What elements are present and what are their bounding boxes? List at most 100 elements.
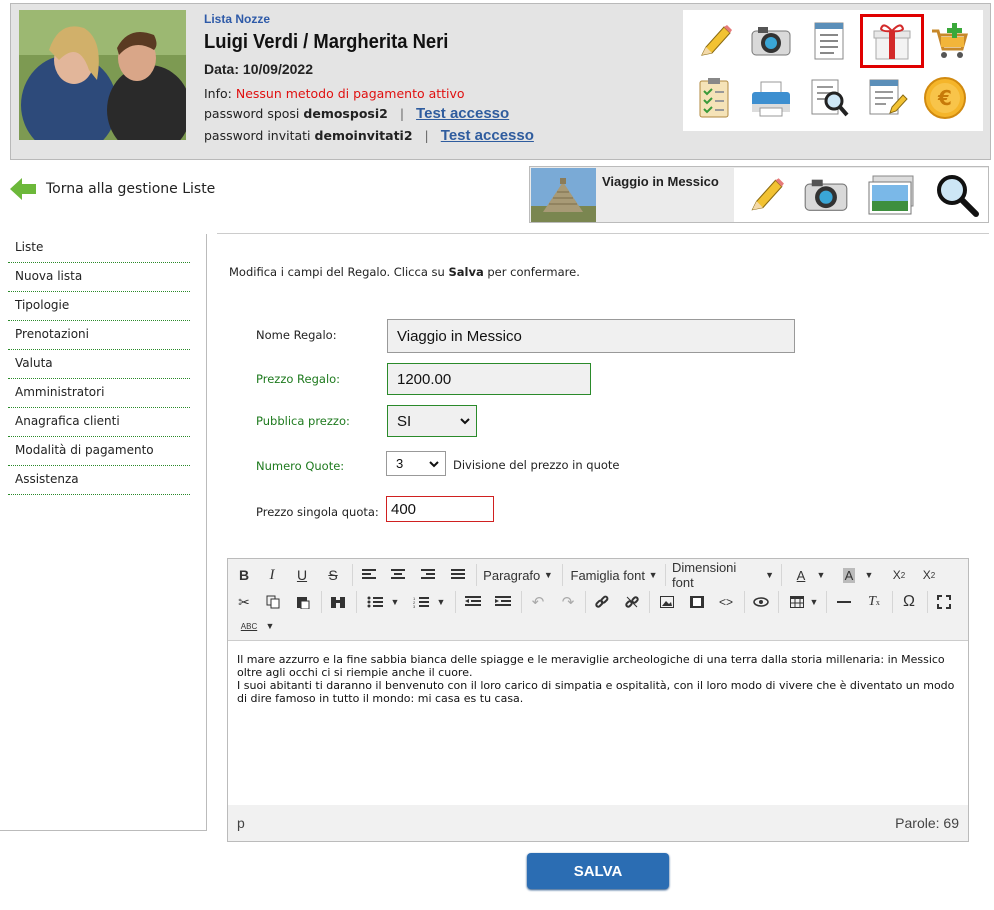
undo-icon[interactable]: ↶ <box>528 591 548 613</box>
toolbar-separator <box>665 564 666 586</box>
test-access-sposi-link[interactable]: Test accesso <box>416 105 509 122</box>
find-replace-icon[interactable] <box>328 591 348 613</box>
toolbar-separator <box>585 591 586 613</box>
align-right-icon[interactable] <box>417 564 439 586</box>
list-actions-panel: € <box>683 10 983 131</box>
editor-content[interactable]: Il mare azzurro e la fine sabbia bianca … <box>228 641 968 805</box>
pubblica-prezzo-value: SI <box>397 412 412 430</box>
numbered-list-icon[interactable]: 123 <box>410 591 432 613</box>
underline-icon[interactable]: U <box>292 564 312 586</box>
gallery-icon[interactable] <box>867 170 917 220</box>
strikethrough-icon[interactable]: S <box>323 564 343 586</box>
toolbar-separator <box>356 591 357 613</box>
intro-text: Modifica i campi del Regalo. Clicca su <box>229 265 449 279</box>
toolbar-separator <box>321 591 322 613</box>
paragraph-format-dropdown[interactable]: Paragrafo ▼ <box>482 564 554 586</box>
indent-icon[interactable] <box>492 591 514 613</box>
printer-icon[interactable] <box>746 73 796 123</box>
caret-down-icon[interactable]: ▼ <box>814 564 828 586</box>
spellcheck-icon[interactable]: ABC <box>238 615 260 637</box>
outdent-icon[interactable] <box>462 591 484 613</box>
cut-icon[interactable]: ✂ <box>234 591 254 613</box>
superscript-icon[interactable]: X2 <box>918 564 940 586</box>
unlink-icon[interactable] <box>622 591 642 613</box>
paste-icon[interactable] <box>293 591 313 613</box>
separator: | <box>424 128 429 143</box>
bullet-list-icon[interactable] <box>364 591 386 613</box>
code-icon[interactable]: <> <box>715 591 737 613</box>
text-color-icon[interactable]: A <box>790 564 812 586</box>
search-icon[interactable] <box>932 170 982 220</box>
redo-icon[interactable]: ↷ <box>558 591 578 613</box>
fullscreen-icon[interactable] <box>933 591 955 613</box>
pubblica-prezzo-select[interactable]: SI <box>387 405 477 437</box>
align-left-icon[interactable] <box>358 564 380 586</box>
gift-thumbnail <box>531 168 596 222</box>
camera-icon[interactable] <box>746 16 796 66</box>
edit-pencil-icon[interactable] <box>740 170 790 220</box>
font-family-dropdown[interactable]: Famiglia font ▼ <box>569 564 659 586</box>
image-icon[interactable] <box>656 591 678 613</box>
caret-down-icon[interactable]: ▼ <box>808 591 820 613</box>
gift-icon[interactable] <box>860 14 924 68</box>
sidebar-item-modalita-pagamento[interactable]: Modalità di pagamento <box>8 437 190 466</box>
align-center-icon[interactable] <box>387 564 409 586</box>
list-header: Lista Nozze Luigi Verdi / Margherita Ner… <box>10 3 991 160</box>
special-character-icon[interactable]: Ω <box>898 591 920 613</box>
prezzo-regalo-input[interactable]: 1200.00 <box>387 363 591 395</box>
background-color-icon[interactable]: A <box>838 564 860 586</box>
intro-save-word: Salva <box>448 265 484 279</box>
table-icon[interactable] <box>786 591 808 613</box>
element-path[interactable]: p <box>237 815 245 831</box>
align-justify-icon[interactable] <box>447 564 469 586</box>
numero-quote-value: 3 <box>396 456 404 471</box>
numero-quote-select[interactable]: 3 <box>386 451 446 476</box>
photo-camera-icon[interactable] <box>801 170 851 220</box>
prezzo-singola-quota-input[interactable]: 400 <box>386 496 494 522</box>
pw-invitati-value: demoinvitati2 <box>314 128 413 143</box>
back-to-lists-link[interactable]: Torna alla gestione Liste <box>10 178 215 200</box>
sidebar-item-liste[interactable]: Liste <box>8 234 190 263</box>
test-access-invitati-link[interactable]: Test accesso <box>441 127 534 144</box>
document-icon[interactable] <box>804 16 854 66</box>
caret-down-icon[interactable]: ▼ <box>862 564 876 586</box>
date-value: 10/09/2022 <box>242 61 313 77</box>
pw-sposi-value: demosposi2 <box>303 106 388 121</box>
nome-regalo-input[interactable]: Viaggio in Messico <box>387 319 795 353</box>
save-button[interactable]: SALVA <box>527 853 669 889</box>
copy-icon[interactable] <box>263 591 283 613</box>
editor-paragraph-2: I suoi abitanti ti daranno il benvenuto … <box>237 679 955 705</box>
document-search-icon[interactable] <box>804 73 854 123</box>
sidebar-item-assistenza[interactable]: Assistenza <box>8 466 190 495</box>
sidebar-item-amministratori[interactable]: Amministratori <box>8 379 190 408</box>
sidebar-item-nuova-lista[interactable]: Nuova lista <box>8 263 190 292</box>
gift-bar: Viaggio in Messico <box>529 166 989 223</box>
bg-color-swatch: A <box>842 567 856 583</box>
link-icon[interactable] <box>592 591 612 613</box>
font-size-dropdown[interactable]: Dimensioni font ▼ <box>672 560 774 590</box>
sidebar-item-anagrafica-clienti[interactable]: Anagrafica clienti <box>8 408 190 437</box>
pencil-icon[interactable] <box>689 16 739 66</box>
preview-eye-icon[interactable] <box>750 591 772 613</box>
media-icon[interactable] <box>686 591 708 613</box>
caret-down-icon: ▼ <box>765 570 774 580</box>
horizontal-rule-icon[interactable] <box>833 591 855 613</box>
caret-down-icon[interactable]: ▼ <box>388 591 402 613</box>
date-label: Data: <box>204 61 240 77</box>
cart-add-icon[interactable] <box>924 16 974 66</box>
euro-icon[interactable]: € <box>920 73 970 123</box>
caret-down-icon[interactable]: ▼ <box>434 591 448 613</box>
clear-formatting-icon[interactable]: Tx <box>863 591 885 613</box>
sidebar-item-prenotazioni[interactable]: Prenotazioni <box>8 321 190 350</box>
toolbar-separator <box>649 591 650 613</box>
italic-icon[interactable]: I <box>262 564 282 586</box>
toolbar-separator <box>476 564 477 586</box>
bold-icon[interactable]: B <box>234 564 254 586</box>
subscript-icon[interactable]: X2 <box>888 564 910 586</box>
sidebar-item-tipologie[interactable]: Tipologie <box>8 292 190 321</box>
caret-down-icon[interactable]: ▼ <box>263 615 277 637</box>
checklist-icon[interactable] <box>689 73 739 123</box>
sidebar-item-valuta[interactable]: Valuta <box>8 350 190 379</box>
toolbar-separator <box>562 564 563 586</box>
document-edit-icon[interactable] <box>862 73 912 123</box>
